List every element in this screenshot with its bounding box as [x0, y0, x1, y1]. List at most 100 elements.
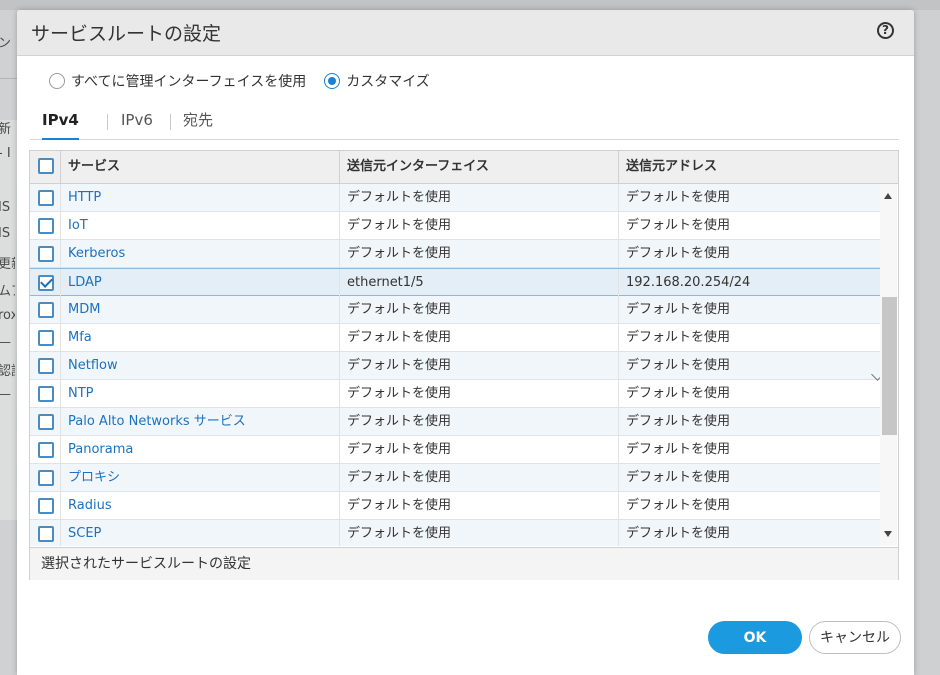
radio-use-management-label[interactable]: すべてに管理インターフェイスを使用: [71, 71, 306, 91]
interface-cell: デフォルトを使用: [347, 526, 452, 541]
address-cell: デフォルトを使用: [626, 190, 731, 205]
cell-separator: [618, 296, 619, 324]
cell-separator: [339, 240, 340, 268]
row-checkbox[interactable]: [38, 218, 54, 234]
scroll-up-icon[interactable]: [884, 193, 892, 199]
row-checkbox[interactable]: [38, 526, 54, 542]
cell-separator: [339, 408, 340, 436]
table-row[interactable]: Kerberos デフォルトを使用 デフォルトを使用: [30, 240, 880, 268]
row-checkbox[interactable]: [38, 302, 54, 318]
cell-separator: [339, 380, 340, 408]
service-link[interactable]: プロキシ: [68, 464, 120, 492]
address-cell: デフォルトを使用: [626, 526, 731, 541]
question-icon[interactable]: ?: [877, 22, 894, 39]
row-checkbox[interactable]: [38, 442, 54, 458]
background-right-panel: [914, 10, 940, 675]
table-row[interactable]: NTP デフォルトを使用 デフォルトを使用: [30, 380, 880, 408]
background-fragment: 更新: [0, 257, 15, 272]
row-checkbox[interactable]: [38, 246, 54, 262]
tab-ipv4[interactable]: IPv4: [42, 110, 79, 140]
cell-separator: [339, 352, 340, 380]
cell-separator: [618, 269, 619, 297]
cell-separator: [618, 380, 619, 408]
ok-button[interactable]: OK: [708, 621, 802, 654]
service-link[interactable]: MDM: [68, 296, 100, 324]
tab-destination[interactable]: 宛先: [183, 110, 213, 138]
interface-cell: ethernet1/5: [347, 275, 424, 290]
table-row[interactable]: Radius デフォルトを使用 デフォルトを使用: [30, 492, 880, 520]
table-row[interactable]: IoT デフォルトを使用 デフォルトを使用: [30, 212, 880, 240]
table-row[interactable]: プロキシ デフォルトを使用 デフォルトを使用: [30, 464, 880, 492]
row-checkbox[interactable]: [38, 330, 54, 346]
row-checkbox[interactable]: [38, 386, 54, 402]
interface-cell: デフォルトを使用: [347, 302, 452, 317]
row-checkbox[interactable]: [38, 190, 54, 206]
tab-separator: [170, 114, 171, 130]
service-link[interactable]: Radius: [68, 492, 112, 520]
address-cell: 192.168.20.254/24: [626, 275, 751, 290]
table-row-selected[interactable]: LDAP ethernet1/5 192.168.20.254/24: [30, 268, 880, 297]
row-checkbox[interactable]: [38, 414, 54, 430]
service-link[interactable]: Kerberos: [68, 240, 125, 268]
interface-cell: デフォルトを使用: [347, 190, 452, 205]
table-row[interactable]: Netflow デフォルトを使用 デフォルトを使用: [30, 352, 880, 380]
interface-cell: デフォルトを使用: [347, 442, 452, 457]
cell-separator: [618, 492, 619, 520]
background-fragment: rox: [0, 308, 15, 323]
row-checkbox[interactable]: [38, 358, 54, 374]
dialog-header: サービスルートの設定 ?: [17, 10, 914, 56]
row-checkbox-checked[interactable]: [38, 275, 54, 291]
column-header-interface[interactable]: 送信元インターフェイス: [347, 151, 489, 183]
table-row[interactable]: SCEP デフォルトを使用 デフォルトを使用: [30, 520, 880, 546]
cell-separator: [339, 324, 340, 352]
row-checkbox[interactable]: [38, 498, 54, 514]
select-all-checkbox[interactable]: [38, 158, 54, 174]
service-link[interactable]: Palo Alto Networks サービス: [68, 408, 246, 436]
table-row[interactable]: Mfa デフォルトを使用 デフォルトを使用: [30, 324, 880, 352]
cell-separator: [618, 520, 619, 546]
interface-cell: デフォルトを使用: [347, 386, 452, 401]
radio-customize-label[interactable]: カスタマイズ: [346, 71, 430, 91]
address-cell: デフォルトを使用: [626, 358, 731, 373]
column-separator: [618, 151, 619, 183]
cell-separator: [618, 212, 619, 240]
service-link[interactable]: Netflow: [68, 352, 118, 380]
configure-selected-routes-link[interactable]: 選択されたサービスルートの設定: [41, 548, 251, 580]
service-link[interactable]: IoT: [68, 212, 88, 240]
cell-separator: [60, 380, 61, 408]
row-checkbox[interactable]: [38, 470, 54, 486]
service-link[interactable]: NTP: [68, 380, 94, 408]
radio-use-management[interactable]: [49, 73, 65, 89]
column-header-address[interactable]: 送信元アドレス: [626, 151, 717, 183]
ip-tabs: IPv4 IPv6 宛先: [30, 106, 899, 140]
cancel-button[interactable]: キャンセル: [809, 621, 901, 654]
cell-separator: [60, 408, 61, 436]
table-header: サービス 送信元インターフェイス 送信元アドレス: [30, 151, 898, 184]
table-row[interactable]: Palo Alto Networks サービス デフォルトを使用 デフォルトを使…: [30, 408, 880, 436]
table-row[interactable]: MDM デフォルトを使用 デフォルトを使用: [30, 296, 880, 324]
cell-separator: [60, 464, 61, 492]
service-link[interactable]: SCEP: [68, 520, 101, 546]
cell-separator: [339, 212, 340, 240]
address-cell: デフォルトを使用: [626, 498, 731, 513]
column-header-service[interactable]: サービス: [68, 151, 120, 183]
service-link[interactable]: LDAP: [68, 269, 102, 297]
cell-separator: [60, 212, 61, 240]
service-link[interactable]: HTTP: [68, 184, 101, 212]
service-link[interactable]: Panorama: [68, 436, 133, 464]
scroll-down-icon[interactable]: [884, 531, 892, 537]
cell-separator: [60, 324, 61, 352]
service-link[interactable]: Mfa: [68, 324, 92, 352]
background-fragment: IS: [0, 226, 11, 241]
background-left-panel: ン 新 - I IS IS 更新 ムア rox — 認証 —: [0, 10, 17, 675]
table-row[interactable]: HTTP デフォルトを使用 デフォルトを使用: [30, 184, 880, 212]
column-separator: [339, 151, 340, 183]
background-fragment: IS: [0, 200, 11, 215]
tab-ipv6[interactable]: IPv6: [121, 110, 153, 138]
cell-separator: [60, 520, 61, 546]
radio-customize[interactable]: [324, 73, 341, 89]
scrollbar-thumb[interactable]: [882, 297, 897, 435]
table-row[interactable]: Panorama デフォルトを使用 デフォルトを使用: [30, 436, 880, 464]
cell-separator: [618, 464, 619, 492]
cell-separator: [339, 520, 340, 546]
